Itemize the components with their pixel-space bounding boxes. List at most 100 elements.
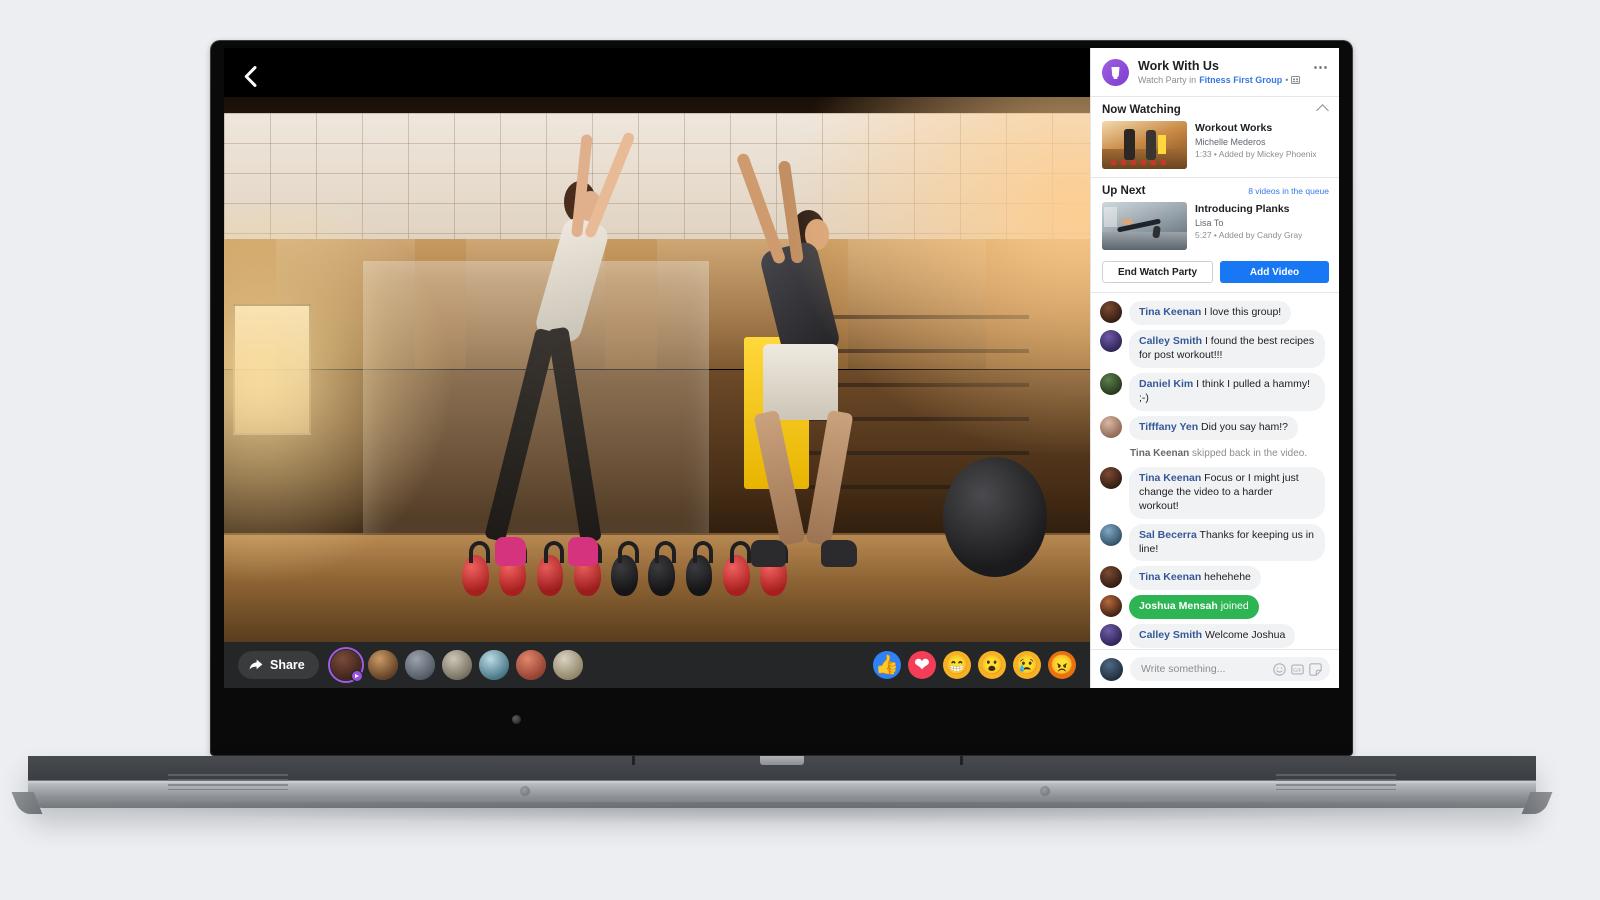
current-user-avatar[interactable] — [1100, 657, 1123, 681]
end-watch-party-button[interactable]: End Watch Party — [1102, 261, 1213, 283]
chat-join-message: Joshua Mensah joined — [1100, 595, 1331, 620]
base-screw-right — [1040, 786, 1050, 796]
webcam-icon — [512, 715, 521, 724]
laptop-mockup: Share 👍 ❤ 😁 😮 😢 😠 Work With Us Watch Par… — [0, 0, 1600, 900]
share-label: Share — [270, 658, 305, 672]
avatar[interactable] — [1100, 595, 1122, 618]
viewer-avatar-host[interactable] — [327, 647, 364, 683]
now-watching-video-title: Workout Works — [1195, 122, 1273, 134]
chat-author[interactable]: Daniel Kim — [1139, 378, 1193, 390]
group-privacy-icon — [1291, 76, 1301, 85]
video-column: Share 👍 ❤ 😁 😮 😢 😠 — [224, 48, 1090, 688]
chat-message: Daniel Kim I think I pulled a hammy! ;-) — [1100, 372, 1331, 411]
chat-author[interactable]: Tina Keenan — [1139, 571, 1201, 583]
hinge-right — [960, 756, 963, 765]
reaction-like-button[interactable]: 👍 — [873, 651, 901, 679]
chat-message: Tina Keenan hehehehe — [1100, 566, 1331, 591]
now-watching-video-info: 1:33 • Added by Mickey Phoenix — [1195, 149, 1317, 160]
chat-text: Welcome Joshua — [1202, 629, 1286, 642]
svg-text:GIF: GIF — [1293, 667, 1302, 673]
viewer-avatar[interactable] — [404, 650, 435, 680]
chat-author[interactable]: Calley Smith — [1139, 629, 1202, 641]
play-badge-icon — [350, 670, 363, 682]
avatar[interactable] — [1100, 624, 1122, 647]
chat-message: Calley Smith I found the best recipes fo… — [1100, 329, 1331, 368]
avatar[interactable] — [1100, 523, 1122, 546]
chat-message: Sal Becerra Thanks for keeping us in lin… — [1100, 523, 1331, 562]
laptop-base — [28, 756, 1536, 808]
chat-bubble: Calley Smith Welcome Joshua — [1129, 624, 1296, 649]
share-arrow-icon — [249, 659, 263, 670]
video-control-bar: Share 👍 ❤ 😁 😮 😢 😠 — [224, 642, 1090, 688]
viewer-avatar[interactable] — [515, 650, 546, 680]
reaction-love-button[interactable]: ❤ — [908, 651, 936, 679]
video-player[interactable] — [224, 97, 1090, 642]
avatar[interactable] — [1100, 415, 1122, 438]
base-screw-left — [520, 786, 530, 796]
add-video-button[interactable]: Add Video — [1220, 261, 1329, 283]
share-button[interactable]: Share — [238, 651, 319, 679]
emoji-smiley-icon[interactable] — [1273, 662, 1286, 676]
group-title: Work With Us — [1138, 59, 1219, 73]
subtitle-prefix: Watch Party in — [1138, 75, 1197, 86]
avatar[interactable] — [1100, 566, 1122, 589]
now-watching-video[interactable]: Workout Works Michelle Mederos 1:33 • Ad… — [1091, 119, 1339, 177]
now-watching-header: Now Watching — [1091, 97, 1339, 119]
viewer-avatar[interactable] — [552, 650, 583, 680]
chat-author[interactable]: Tina Keenan — [1139, 472, 1201, 484]
avatar[interactable] — [1100, 301, 1122, 323]
chevron-up-icon[interactable] — [1316, 103, 1329, 117]
chat-bubble: Tina Keenan hehehehe — [1129, 566, 1261, 591]
sticker-icon[interactable] — [1309, 662, 1322, 676]
reaction-sad-button[interactable]: 😢 — [1013, 651, 1041, 679]
watch-party-actions: End Watch Party Add Video — [1091, 258, 1339, 293]
avatar[interactable] — [1100, 329, 1122, 352]
watch-party-app: Share 👍 ❤ 😁 😮 😢 😠 Work With Us Watch Par… — [224, 48, 1339, 688]
chat-input-wrapper[interactable]: Write something... GIF — [1130, 657, 1330, 681]
viewer-avatar[interactable] — [367, 650, 398, 680]
chat-message: Calley Smith Welcome Joshua — [1100, 624, 1331, 649]
viewer-avatar[interactable] — [478, 650, 509, 680]
chat-message: Tifffany Yen Did you say ham!? — [1100, 415, 1331, 440]
up-next-header: Up Next 8 videos in the queue — [1091, 177, 1339, 200]
chat-messages[interactable]: Tina Keenan I love this group! Calley Sm… — [1091, 293, 1339, 649]
up-next-video-title: Introducing Planks — [1195, 203, 1290, 215]
sidebar-menu-button[interactable]: ⋯ — [1313, 60, 1329, 75]
video-subject-woman — [484, 130, 675, 599]
group-link[interactable]: Fitness First Group — [1199, 75, 1282, 85]
video-frame-gym-stretching — [224, 97, 1090, 642]
viewer-avatar[interactable] — [441, 650, 472, 680]
chat-input-placeholder[interactable]: Write something... — [1141, 663, 1268, 675]
avatar[interactable] — [1100, 372, 1122, 395]
chat-author: Tina Keenan — [1130, 447, 1190, 459]
chat-bubble: Tifffany Yen Did you say ham!? — [1129, 415, 1299, 440]
trophy-icon — [1111, 66, 1120, 79]
chat-author[interactable]: Tifffany Yen — [1139, 421, 1198, 433]
queue-count-link[interactable]: 8 videos in the queue — [1248, 186, 1329, 196]
reaction-angry-button[interactable]: 😠 — [1048, 651, 1076, 679]
gif-icon[interactable]: GIF — [1291, 663, 1304, 676]
chevron-left-icon — [244, 65, 256, 87]
up-next-thumbnail — [1102, 202, 1187, 250]
reaction-haha-button[interactable]: 😁 — [943, 651, 971, 679]
chat-bubble: Tina Keenan Focus or I might just change… — [1129, 466, 1325, 519]
reaction-bar: 👍 ❤ 😁 😮 😢 😠 — [873, 651, 1076, 679]
chat-author[interactable]: Joshua Mensah — [1139, 600, 1218, 612]
chat-text: I love this group! — [1201, 306, 1282, 318]
chat-author[interactable]: Sal Becerra — [1139, 529, 1197, 541]
now-watching-title: Now Watching — [1102, 104, 1181, 116]
up-next-video-info: 5:27 • Added by Candy Gray — [1195, 230, 1303, 241]
chat-author[interactable]: Tina Keenan — [1139, 306, 1201, 318]
speaker-grill-right — [1276, 774, 1396, 790]
up-next-video[interactable]: Introducing Planks Lisa To 5:27 • Added … — [1091, 200, 1339, 258]
avatar[interactable] — [1100, 466, 1122, 489]
up-next-video-author: Lisa To — [1195, 218, 1224, 229]
group-avatar[interactable] — [1102, 59, 1129, 86]
hinge-left — [632, 756, 635, 765]
chat-author[interactable]: Calley Smith — [1139, 335, 1202, 347]
chat-bubble: Calley Smith I found the best recipes fo… — [1129, 329, 1325, 368]
viewer-avatars — [327, 647, 590, 683]
chat-system-message: Tina Keenan skipped back in the video. — [1100, 445, 1331, 462]
back-button[interactable] — [230, 56, 270, 96]
reaction-wow-button[interactable]: 😮 — [978, 651, 1006, 679]
